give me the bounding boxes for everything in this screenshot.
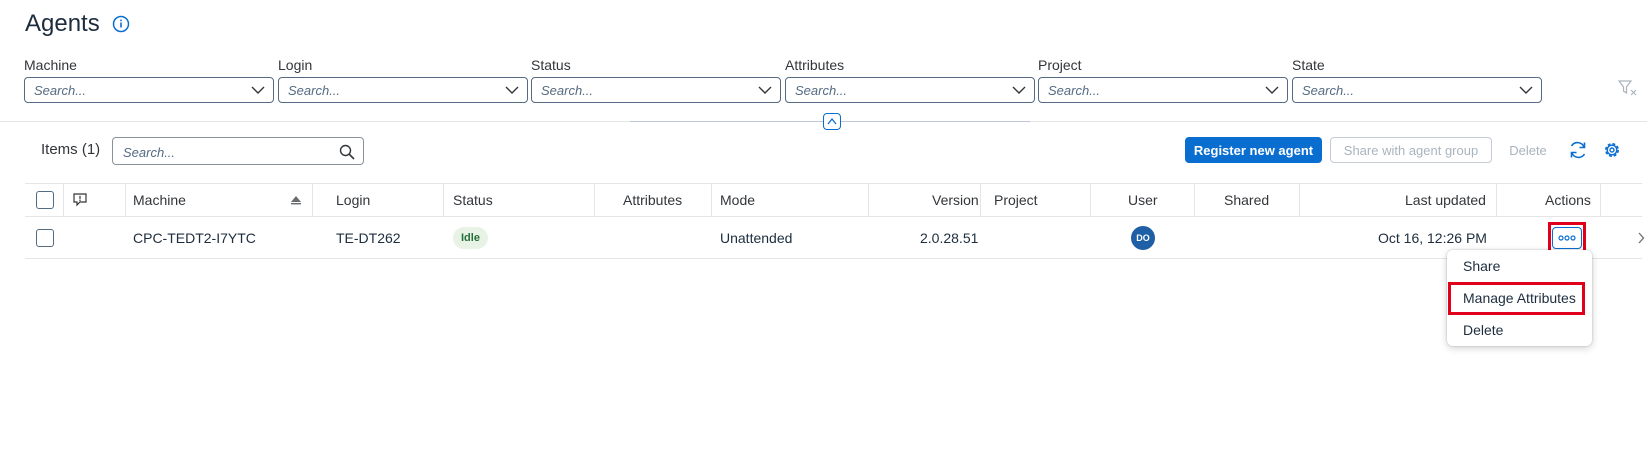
collapse-header-button[interactable] — [823, 113, 841, 130]
filter-login-combobox[interactable] — [278, 77, 528, 103]
column-separator — [594, 184, 595, 218]
chevron-down-icon[interactable] — [758, 85, 772, 95]
user-avatar[interactable]: DO — [1131, 226, 1155, 250]
filter-label: Attributes — [785, 57, 845, 73]
cell-machine: CPC-TEDT2-I7YTC — [133, 230, 256, 246]
cell-last-updated: Oct 16, 12:26 PM — [1378, 230, 1487, 246]
column-separator — [1600, 184, 1601, 218]
sort-ascending-icon[interactable] — [290, 195, 302, 205]
column-header-shared[interactable]: Shared — [1224, 192, 1269, 208]
table-row[interactable]: CPC-TEDT2-I7YTC TE-DT262 Idle Unattended… — [25, 217, 1645, 259]
column-separator — [1496, 184, 1497, 218]
cell-version: 2.0.28.51 — [920, 230, 979, 246]
row-select-checkbox[interactable] — [36, 229, 54, 247]
filter-status-combobox[interactable] — [531, 77, 781, 103]
column-separator — [980, 184, 981, 218]
search-icon[interactable] — [339, 144, 355, 160]
menu-item-delete[interactable]: Delete — [1447, 314, 1592, 346]
chevron-down-icon[interactable] — [251, 85, 265, 95]
column-separator — [1299, 184, 1300, 218]
filter-attributes-input[interactable] — [793, 81, 993, 99]
chevron-up-icon — [827, 117, 837, 125]
register-new-agent-button[interactable]: Register new agent — [1185, 137, 1322, 163]
filter-status-input[interactable] — [539, 81, 739, 99]
column-separator — [868, 184, 869, 218]
filter-state-input[interactable] — [1300, 81, 1500, 99]
filter-label: Status — [531, 57, 571, 73]
column-separator — [312, 184, 313, 218]
page-title: Agents — [25, 10, 100, 37]
clear-filters-icon[interactable] — [1618, 80, 1638, 96]
table-header-row: Machine Login Status Attributes Mode Ver… — [25, 183, 1642, 218]
delete-button[interactable]: Delete — [1500, 137, 1556, 163]
chevron-down-icon[interactable] — [1265, 85, 1279, 95]
filter-state: State — [1292, 56, 1542, 103]
column-header-last-updated[interactable]: Last updated — [1405, 192, 1486, 208]
row-actions-button[interactable] — [1552, 227, 1582, 249]
chevron-down-icon[interactable] — [1519, 85, 1533, 95]
filter-project-input[interactable] — [1046, 81, 1246, 99]
share-with-agent-group-button[interactable]: Share with agent group — [1330, 137, 1492, 163]
column-header-mode[interactable]: Mode — [720, 192, 755, 208]
filter-label: State — [1292, 57, 1325, 73]
more-options-icon — [1558, 235, 1576, 241]
filter-login-input[interactable] — [286, 81, 486, 99]
column-header-actions: Actions — [1545, 192, 1591, 208]
column-header-attributes[interactable]: Attributes — [623, 192, 682, 208]
filter-label: Login — [278, 57, 313, 73]
filter-login: Login — [278, 56, 528, 103]
chevron-down-icon[interactable] — [505, 85, 519, 95]
settings-gear-icon[interactable] — [1602, 140, 1622, 160]
column-header-user[interactable]: User — [1128, 192, 1158, 208]
column-separator — [1194, 184, 1195, 218]
page-header: Agents Machine Login Status Attributes — [0, 0, 1647, 121]
info-icon[interactable] — [112, 15, 130, 33]
column-header-project[interactable]: Project — [994, 192, 1038, 208]
chevron-right-icon[interactable] — [1637, 232, 1645, 244]
items-count-label: Items (1) — [41, 141, 101, 158]
column-header-status[interactable]: Status — [453, 192, 493, 208]
column-separator — [1090, 184, 1091, 218]
refresh-icon[interactable] — [1568, 140, 1588, 160]
cell-login: TE-DT262 — [336, 230, 401, 246]
cell-mode: Unattended — [720, 230, 793, 246]
column-separator — [125, 184, 126, 218]
filter-attributes: Attributes — [785, 56, 1035, 103]
column-header-login[interactable]: Login — [336, 192, 370, 208]
filter-state-combobox[interactable] — [1292, 77, 1542, 103]
table-search-field[interactable] — [112, 137, 364, 165]
filter-label: Project — [1038, 57, 1082, 73]
menu-item-manage-attributes[interactable]: Manage Attributes — [1447, 282, 1592, 314]
status-badge: Idle — [453, 227, 488, 249]
select-all-checkbox[interactable] — [36, 191, 54, 209]
filter-project-combobox[interactable] — [1038, 77, 1288, 103]
filter-machine-input[interactable] — [32, 81, 232, 99]
row-actions-menu: Share Manage Attributes Delete — [1447, 250, 1592, 346]
filter-label: Machine — [24, 57, 77, 73]
column-separator — [711, 184, 712, 218]
column-separator — [63, 184, 64, 218]
filter-attributes-combobox[interactable] — [785, 77, 1035, 103]
filter-machine: Machine — [24, 56, 274, 103]
filter-machine-combobox[interactable] — [24, 77, 274, 103]
message-alert-icon — [73, 193, 87, 207]
column-separator — [443, 184, 444, 218]
chevron-down-icon[interactable] — [1012, 85, 1026, 95]
filter-status: Status — [531, 56, 781, 103]
menu-item-share[interactable]: Share — [1447, 250, 1592, 282]
column-header-version[interactable]: Version — [932, 192, 979, 208]
filter-project: Project — [1038, 56, 1288, 103]
table-search-input[interactable] — [121, 143, 321, 161]
column-header-machine[interactable]: Machine — [133, 192, 186, 208]
